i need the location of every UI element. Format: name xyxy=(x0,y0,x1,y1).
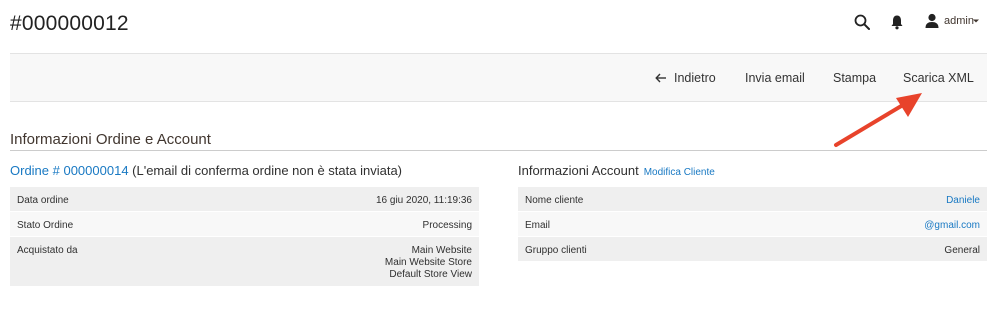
store-name: Main Website Store xyxy=(384,257,472,268)
table-row: Acquistato da Main Website Main Website … xyxy=(10,237,479,287)
section-divider xyxy=(10,150,987,151)
store-view-name: Default Store View xyxy=(389,269,472,280)
order-status-label: Stato Ordine xyxy=(17,220,74,231)
back-button-label: Indietro xyxy=(674,71,716,85)
account-block-title: Informazioni Account Modifica Cliente xyxy=(518,163,715,178)
print-button[interactable]: Stampa xyxy=(833,71,876,85)
account-info-table: Nome cliente Daniele Email @gmail.com Gr… xyxy=(518,187,987,262)
order-date-value: 16 giu 2020, 11:19:36 xyxy=(375,195,472,206)
customer-email-link[interactable]: @gmail.com xyxy=(924,220,980,232)
customer-name-label: Nome cliente xyxy=(525,195,584,206)
order-email-note: (L'email di conferma ordine non è stata … xyxy=(128,163,403,178)
email-label: Email xyxy=(525,220,551,231)
bell-icon[interactable] xyxy=(890,14,904,30)
customer-name-link[interactable]: Daniele xyxy=(946,195,980,207)
purchased-from-label: Acquistato da xyxy=(17,245,78,256)
order-info-table: Data ordine 16 giu 2020, 11:19:36 Stato … xyxy=(10,187,479,287)
admin-menu-label[interactable]: admin xyxy=(944,15,974,27)
customer-group-value: General xyxy=(944,245,980,256)
order-link[interactable]: Ordine # 000000014 xyxy=(10,163,129,178)
arrow-left-icon xyxy=(655,73,666,83)
edit-customer-link[interactable]: Modifica Cliente xyxy=(644,167,715,178)
table-row: Email @gmail.com xyxy=(518,212,987,237)
website-name: Main Website xyxy=(411,245,472,256)
table-row: Data ordine 16 giu 2020, 11:19:36 xyxy=(10,187,479,212)
order-block-title: Ordine # 000000014 (L'email di conferma … xyxy=(10,163,402,178)
back-button[interactable]: Indietro xyxy=(655,71,716,85)
table-row: Nome cliente Daniele xyxy=(518,187,987,212)
account-title: Informazioni Account xyxy=(518,163,639,178)
chevron-down-icon[interactable] xyxy=(972,18,980,24)
page-title: #000000012 xyxy=(10,12,129,35)
order-status-value: Processing xyxy=(422,220,472,231)
customer-group-label: Gruppo clienti xyxy=(525,245,587,256)
table-row: Stato Ordine Processing xyxy=(10,212,479,237)
order-date-label: Data ordine xyxy=(17,195,69,206)
user-icon[interactable] xyxy=(925,13,939,28)
table-row: Gruppo clienti General xyxy=(518,237,987,262)
annotation-arrow-icon xyxy=(834,93,922,147)
download-xml-button[interactable]: Scarica XML xyxy=(903,71,974,85)
send-email-button[interactable]: Invia email xyxy=(745,71,805,85)
section-title: Informazioni Ordine e Account xyxy=(10,131,211,148)
purchased-from-value: Main Website Main Website Store Default … xyxy=(385,245,472,281)
search-icon[interactable] xyxy=(854,14,870,30)
